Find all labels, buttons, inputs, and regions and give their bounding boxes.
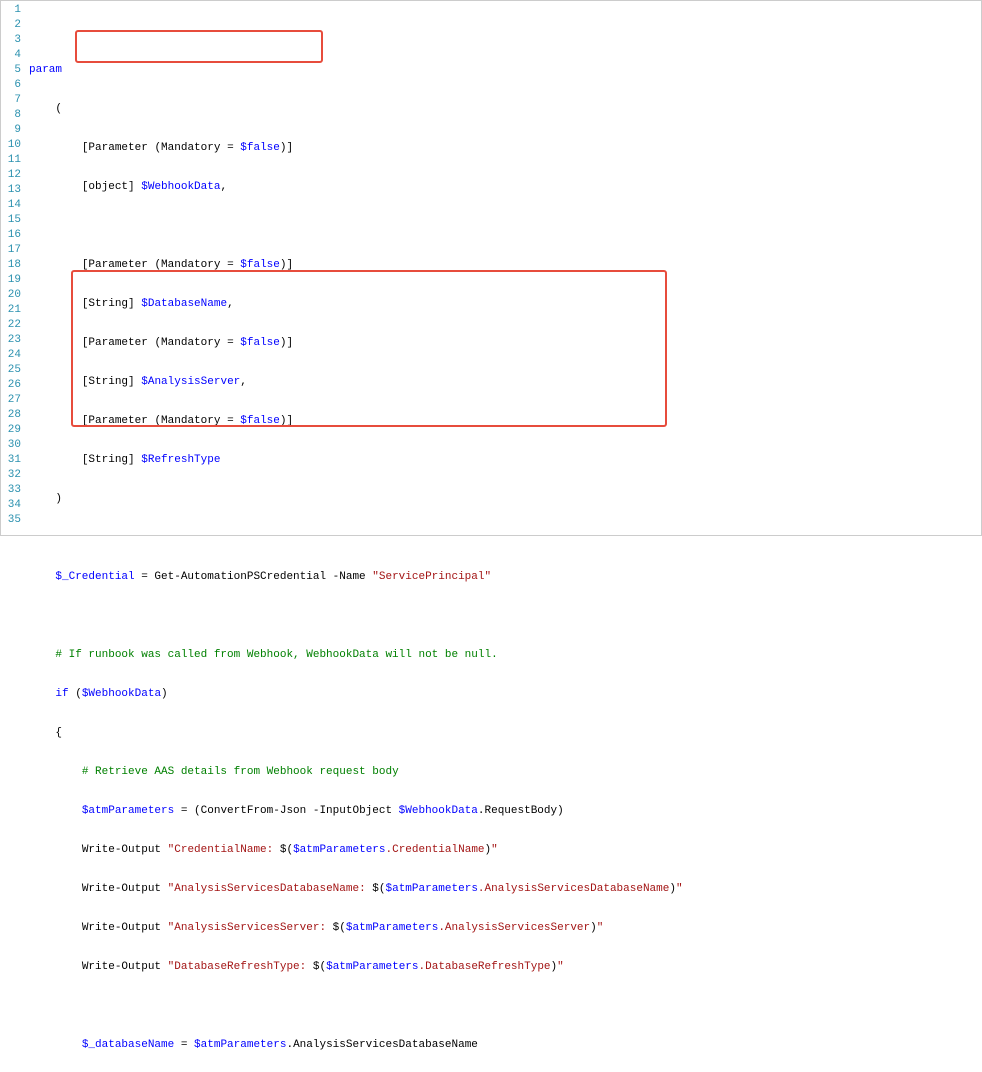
- line-number: 31: [1, 453, 21, 468]
- line-number: 4: [1, 48, 21, 63]
- code-line: [29, 609, 982, 624]
- line-number: 21: [1, 303, 21, 318]
- line-number: 22: [1, 318, 21, 333]
- code-line: {: [29, 726, 982, 741]
- code-line: [29, 531, 982, 546]
- line-number-gutter: 1 2 3 4 5 6 7 8 9 10 11 12 13 14 15 16 1…: [1, 1, 27, 535]
- code-line: $atmParameters = (ConvertFrom-Json -Inpu…: [29, 804, 982, 819]
- line-number: 35: [1, 513, 21, 528]
- line-number: 16: [1, 228, 21, 243]
- line-number: 9: [1, 123, 21, 138]
- code-line: Write-Output "CredentialName: $($atmPara…: [29, 843, 982, 858]
- line-number: 18: [1, 258, 21, 273]
- code-line: [29, 999, 982, 1014]
- code-line: [String] $RefreshType: [29, 453, 982, 468]
- code-area[interactable]: param ( [Parameter (Mandatory = $false)]…: [27, 1, 982, 535]
- line-number: 11: [1, 153, 21, 168]
- code-line: # Retrieve AAS details from Webhook requ…: [29, 765, 982, 780]
- code-line: Write-Output "DatabaseRefreshType: $($at…: [29, 960, 982, 975]
- line-number: 27: [1, 393, 21, 408]
- line-number: 29: [1, 423, 21, 438]
- line-number: 25: [1, 363, 21, 378]
- code-line: if ($WebhookData): [29, 687, 982, 702]
- code-line: $_Credential = Get-AutomationPSCredentia…: [29, 570, 982, 585]
- code-line: [Parameter (Mandatory = $false)]: [29, 336, 982, 351]
- line-number: 6: [1, 78, 21, 93]
- line-number: 19: [1, 273, 21, 288]
- line-number: 8: [1, 108, 21, 123]
- code-line: $_databaseName = $atmParameters.Analysis…: [29, 1038, 982, 1053]
- code-line: (: [29, 102, 982, 117]
- code-line: [Parameter (Mandatory = $false)]: [29, 141, 982, 156]
- code-line: # If runbook was called from Webhook, We…: [29, 648, 982, 663]
- line-number: 15: [1, 213, 21, 228]
- line-number: 20: [1, 288, 21, 303]
- code-line: ): [29, 492, 982, 507]
- line-number: 2: [1, 18, 21, 33]
- line-number: 12: [1, 168, 21, 183]
- code-line: [object] $WebhookData,: [29, 180, 982, 195]
- line-number: 1: [1, 3, 21, 18]
- line-number: 14: [1, 198, 21, 213]
- code-line: Write-Output "AnalysisServicesServer: $(…: [29, 921, 982, 936]
- line-number: 33: [1, 483, 21, 498]
- line-number: 30: [1, 438, 21, 453]
- code-line: param: [29, 63, 982, 78]
- line-number: 26: [1, 378, 21, 393]
- code-line: [Parameter (Mandatory = $false)]: [29, 414, 982, 429]
- line-number: 3: [1, 33, 21, 48]
- line-number: 34: [1, 498, 21, 513]
- code-line: Write-Output "AnalysisServicesDatabaseNa…: [29, 882, 982, 897]
- line-number: 5: [1, 63, 21, 78]
- code-line: [String] $DatabaseName,: [29, 297, 982, 312]
- code-line: [Parameter (Mandatory = $false)]: [29, 258, 982, 273]
- code-editor: 1 2 3 4 5 6 7 8 9 10 11 12 13 14 15 16 1…: [1, 1, 981, 535]
- code-line: [String] $AnalysisServer,: [29, 375, 982, 390]
- line-number: 28: [1, 408, 21, 423]
- code-line: [29, 219, 982, 234]
- line-number: 32: [1, 468, 21, 483]
- line-number: 17: [1, 243, 21, 258]
- highlight-box-1: [75, 30, 323, 63]
- line-number: 10: [1, 138, 21, 153]
- line-number: 13: [1, 183, 21, 198]
- line-number: 7: [1, 93, 21, 108]
- line-number: 23: [1, 333, 21, 348]
- line-number: 24: [1, 348, 21, 363]
